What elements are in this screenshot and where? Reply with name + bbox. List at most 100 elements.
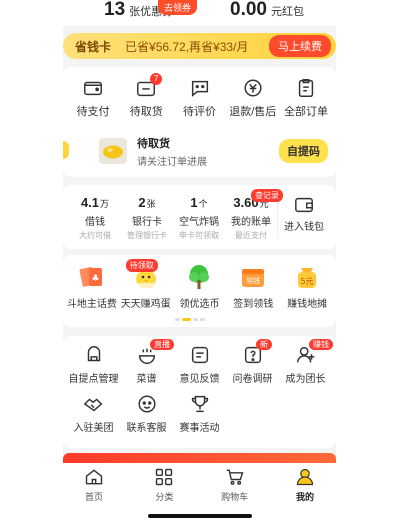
pickup-code-button[interactable]: 自提码 [279,139,328,163]
leader-earn-badge: 赚钱 [309,339,333,350]
tab-category-label: 分类 [155,492,174,502]
coupon-count: 13 [104,0,126,20]
background-left [0,26,63,505]
airfryer-unit: 个 [198,199,208,209]
tool-become-leader[interactable]: 赚钱 成为团长 [279,339,333,385]
bankcard-value: 2 [138,195,146,210]
savings-card[interactable]: 省钱卡 已省¥56.72,再省¥33/月 马上续费 [63,33,336,59]
tool-pickup-manage-label: 自提点管理 [68,374,119,385]
profile-icon [296,468,314,486]
activity-signin[interactable]: 领钱 签到领钱 [226,261,280,327]
wallet-enter-label: 进入钱包 [284,222,324,233]
tool-recipe[interactable]: 直播 菜谱 [120,339,174,385]
wallet-bankcard[interactable]: 2张 银行卡 管理银行卡 [121,195,173,249]
tool-feedback[interactable]: 意见反馈 [173,344,226,385]
airfryer-label: 空气炸锅 [179,217,219,228]
bankcard-sub: 管理银行卡 [127,231,167,240]
order-all-label: 全部订单 [284,106,328,118]
bankcard-label: 银行卡 [132,217,162,228]
cart-icon [226,469,244,485]
activity-stall-label: 赚钱地摊 [287,299,328,310]
order-unpaid[interactable]: 待支付 [67,77,119,119]
bankcard-unit: 张 [146,199,156,209]
pickup-count-badge: 7 [150,73,163,85]
top-stats-bar: 13 张优惠券 去领券 0.00 元红包 [0,0,400,26]
tool-pickup-manage[interactable]: 自提点管理 [67,344,120,385]
tools-panel: 自提点管理 直播 菜谱 意见反馈 新 问卷调研 赚钱 成为团长 入驻美团 联系客… [63,336,336,448]
comment-icon [191,80,208,97]
coupon-badge[interactable]: 去领券 [158,0,198,15]
activity-coins-label: 领优选币 [179,299,220,310]
redpacket-stat[interactable]: 0.00 元红包 [230,0,304,20]
activity-signin-label: 签到领钱 [233,299,274,310]
refund-icon [244,79,262,97]
tab-cart[interactable]: 购物车 [210,467,260,505]
feedback-icon [191,346,208,364]
order-pickup[interactable]: 7 待取货 [120,73,172,119]
tool-become-leader-label: 成为团长 [285,374,326,385]
redpacket-label: 元红包 [270,6,304,18]
wallet-icon [84,81,102,96]
home-indicator [148,514,252,518]
svg-text:♣: ♣ [91,274,99,284]
background-right [336,26,400,505]
orders-panel: 待支付 7 待取货 待评价 退款/售后 全部订单 待取货 请关注订单进展 自提码 [63,67,336,177]
order-review-label: 待评价 [183,106,216,118]
wallet-enter[interactable]: 进入钱包 [278,195,330,249]
wallet-airfryer[interactable]: 1个 空气炸锅 申卡可领取 [173,195,225,249]
activities-pager [175,318,205,321]
activity-landlord-label: 斗地主话费 [66,299,117,310]
tool-join-meituan-label: 入驻美团 [73,423,114,434]
handshake-icon [83,398,102,412]
activity-landlord[interactable]: ♣ 斗地主话费 [65,261,119,327]
pager-dot [200,318,205,321]
order-refund-label: 退款/售后 [229,106,277,118]
wallet-loan[interactable]: 4.1万 借钱 大约可借 [69,195,121,249]
tool-events[interactable]: 赛事活动 [173,393,226,434]
wallet-bill[interactable]: 查记录 3.60元 我的账单 最近支付 [225,189,283,249]
order-refund[interactable]: 退款/售后 [227,77,279,119]
pickup-title: 待取货 [137,137,170,150]
tool-feedback-label: 意见反馈 [179,374,220,385]
order-all[interactable]: 全部订单 [280,77,332,119]
tab-category[interactable]: 分类 [139,467,189,505]
eggs-badge: 待领取 [125,259,158,272]
renew-button[interactable]: 马上续费 [269,35,331,57]
category-icon [156,468,173,486]
tool-recipe-label: 菜谱 [136,374,157,385]
wallet-enter-icon [295,197,313,213]
pickup-product-thumbnail [99,138,127,164]
order-pickup-label: 待取货 [129,106,163,118]
tool-customer-service-label: 联系客服 [126,423,167,434]
tool-join-meituan[interactable]: 入驻美团 [67,393,120,434]
order-review[interactable]: 待评价 [174,77,226,119]
wallet-panel: 4.1万 借钱 大约可借 2张 银行卡 管理银行卡 1个 空气炸锅 申卡可领取 … [63,185,336,249]
tab-home[interactable]: 首页 [69,467,119,505]
activities-panel: ♣ 斗地主话费 待领取 天天赚鸡蛋 领优选币 领钱 签到领钱 5元 赚钱地摊 [63,255,336,327]
airfryer-sub: 申卡可领取 [179,231,219,240]
airfryer-value: 1 [190,195,198,210]
home-icon [85,469,103,485]
tool-customer-service[interactable]: 联系客服 [120,393,173,434]
trophy-icon [191,395,208,413]
tab-cart-label: 购物车 [221,492,249,502]
pickup-subtitle: 请关注订单进展 [137,156,207,168]
loan-label: 借钱 [85,217,105,228]
pickup-notice[interactable]: 待取货 请关注订单进展 自提码 [63,133,336,169]
recipe-live-badge: 直播 [150,339,174,350]
cards-icon: ♣ [79,267,102,287]
loan-value: 4.1 [80,195,100,210]
tab-profile[interactable]: 我的 [280,467,330,505]
bottom-tab-bar: 首页 分类 购物车 我的 [63,463,336,505]
tab-home-label: 首页 [84,492,103,502]
order-unpaid-label: 待支付 [76,106,110,118]
activity-eggs[interactable]: 待领取 天天赚鸡蛋 [119,259,173,327]
savings-card-title: 省钱卡 [75,39,112,54]
tab-profile-label: 我的 [295,492,314,502]
promo-banner[interactable] [63,453,336,463]
redpacket-amount: 0.00 [230,0,267,20]
loan-sub: 大约可借 [79,231,111,240]
activity-stall[interactable]: 5元 赚钱地摊 [280,261,334,327]
tool-survey[interactable]: 新 问卷调研 [226,339,279,385]
service-icon [137,395,156,413]
